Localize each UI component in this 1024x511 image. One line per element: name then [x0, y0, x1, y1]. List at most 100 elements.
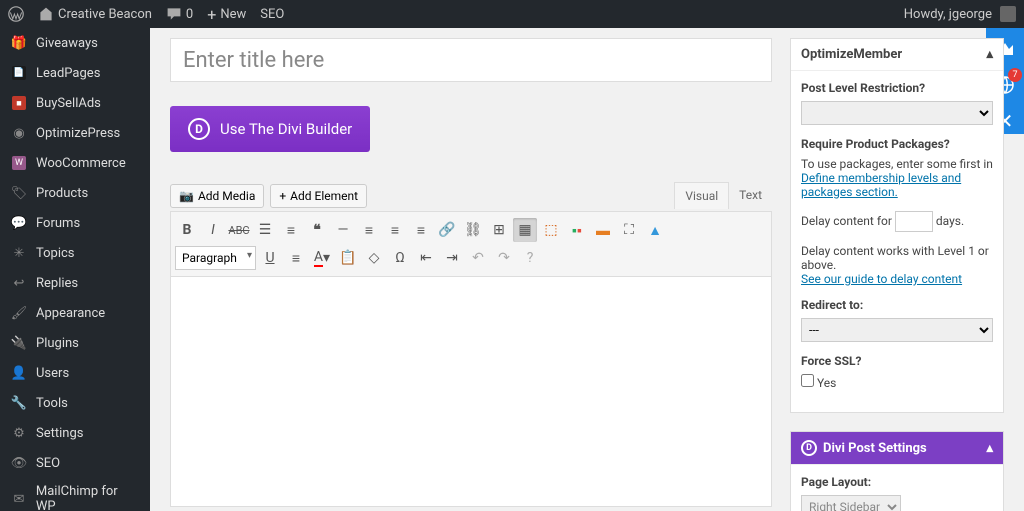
underline-button[interactable]: U: [258, 246, 282, 270]
blockquote-button[interactable]: ❝: [305, 218, 329, 242]
help-button[interactable]: ?: [518, 246, 542, 270]
admin-sidebar: 🎁Giveaways📄LeadPages■BuySellAds◉Optimize…: [0, 28, 150, 511]
fullscreen-button[interactable]: ⛶: [617, 218, 641, 242]
optimizemember-header[interactable]: OptimizeMember▴: [791, 39, 1003, 71]
divi-logo-icon: D: [801, 440, 817, 456]
justify-button[interactable]: ≡: [284, 246, 308, 270]
gift-icon: 🎁: [10, 34, 28, 52]
chevron-up-icon: ▴: [986, 47, 993, 62]
sidebar-item-optimizepress[interactable]: ◉OptimizePress: [0, 118, 150, 148]
optimizemember-box: OptimizeMember▴ Post Level Restriction? …: [790, 38, 1004, 413]
admin-bar: Creative Beacon 0 +New SEO Howdy, jgeorg…: [0, 0, 1024, 28]
seo-icon: 👁: [10, 454, 28, 472]
link-button[interactable]: 🔗: [435, 218, 459, 242]
divi-settings-header[interactable]: DDivi Post Settings ▴: [791, 432, 1003, 465]
force-ssl-checkbox[interactable]: Yes: [801, 376, 836, 390]
sidebar-item-mailchimp-for-wp[interactable]: ✉MailChimp for WP: [0, 478, 150, 511]
plus-icon: +: [279, 189, 286, 203]
unlink-button[interactable]: ⛓: [461, 218, 485, 242]
add-element-button[interactable]: +Add Element: [270, 184, 367, 208]
extra-icon[interactable]: ▲: [643, 218, 667, 242]
sidebar-item-settings[interactable]: ⚙Settings: [0, 418, 150, 448]
redirect-label: Redirect to:: [801, 298, 993, 312]
align-right-button[interactable]: ≡: [409, 218, 433, 242]
site-name[interactable]: Creative Beacon: [38, 6, 152, 22]
tag-icon: 🏷: [10, 184, 28, 202]
mc-icon: ✉: [10, 490, 28, 508]
bullet-list-button[interactable]: ☰: [253, 218, 277, 242]
packages-link[interactable]: Define membership levels and packages se…: [801, 171, 961, 199]
howdy[interactable]: Howdy, jgeorge: [904, 7, 992, 22]
redo-button[interactable]: ↷: [492, 246, 516, 270]
wrench-icon: 🔧: [10, 394, 28, 412]
sidebar-item-buysellads[interactable]: ■BuySellAds: [0, 88, 150, 118]
sidebar-item-plugins[interactable]: 🔌Plugins: [0, 328, 150, 358]
sidebar-item-replies[interactable]: ↩Replies: [0, 268, 150, 298]
post-level-select[interactable]: [801, 101, 993, 125]
sidebar-item-products[interactable]: 🏷Products: [0, 178, 150, 208]
sidebar-item-users[interactable]: 👤Users: [0, 358, 150, 388]
require-packages-label: Require Product Packages?: [801, 137, 993, 151]
delay-guide-link[interactable]: See our guide to delay content: [801, 272, 962, 286]
align-center-button[interactable]: ≡: [383, 218, 407, 242]
columns-icon[interactable]: ▬: [591, 218, 615, 242]
divi-logo-icon: D: [188, 118, 210, 140]
grid-icon[interactable]: ▪▪: [565, 218, 589, 242]
bold-button[interactable]: B: [175, 218, 199, 242]
clear-format-button[interactable]: ◇: [362, 246, 386, 270]
align-left-button[interactable]: ≡: [357, 218, 381, 242]
sidebar-item-leadpages[interactable]: 📄LeadPages: [0, 58, 150, 88]
outdent-button[interactable]: ⇤: [414, 246, 438, 270]
gear-icon: ⚙: [10, 424, 28, 442]
content-editor[interactable]: [170, 277, 772, 507]
italic-button[interactable]: I: [201, 218, 225, 242]
editor-column: D Use The Divi Builder 📷Add Media +Add E…: [170, 38, 772, 501]
number-list-button[interactable]: ≡: [279, 218, 303, 242]
post-title-input[interactable]: [170, 38, 772, 82]
topics-icon: ✳: [10, 244, 28, 262]
redirect-select[interactable]: ---: [801, 318, 993, 342]
user-icon: 👤: [10, 364, 28, 382]
text-color-button[interactable]: A ▾: [310, 246, 334, 270]
new-content[interactable]: +New: [207, 5, 246, 24]
tab-text[interactable]: Text: [729, 182, 772, 209]
divi-settings-box: DDivi Post Settings ▴ Page Layout: Right…: [790, 431, 1004, 511]
sidebar-item-topics[interactable]: ✳Topics: [0, 238, 150, 268]
seo-menu[interactable]: SEO: [260, 7, 284, 22]
sidebar-item-seo[interactable]: 👁SEO: [0, 448, 150, 478]
shortcode-icon[interactable]: ⬚: [539, 218, 563, 242]
wp-logo[interactable]: [8, 6, 24, 22]
sidebar-item-appearance[interactable]: 🖌Appearance: [0, 298, 150, 328]
hr-button[interactable]: —: [331, 218, 355, 242]
format-select[interactable]: Paragraph: [175, 246, 256, 270]
indent-button[interactable]: ⇥: [440, 246, 464, 270]
avatar[interactable]: [1000, 6, 1016, 22]
chat-icon: 💬: [10, 214, 28, 232]
paste-button[interactable]: 📋: [336, 246, 360, 270]
strike-button[interactable]: ABC: [227, 218, 251, 242]
more-button[interactable]: ⊞: [487, 218, 511, 242]
divi-builder-button[interactable]: D Use The Divi Builder: [170, 106, 370, 152]
editor-toolbar: B I ABC ☰ ≡ ❝ — ≡ ≡ ≡ 🔗 ⛓ ⊞ ▦ ⬚ ▪▪ ▬: [170, 211, 772, 277]
undo-button[interactable]: ↶: [466, 246, 490, 270]
sidebar-item-tools[interactable]: 🔧Tools: [0, 388, 150, 418]
camera-icon: 📷: [179, 189, 194, 203]
woo-icon: W: [10, 154, 28, 172]
brush-icon: 🖌: [10, 304, 28, 322]
page-layout-label: Page Layout:: [801, 475, 993, 489]
delay-days-input[interactable]: [895, 211, 933, 232]
sidebar-item-giveaways[interactable]: 🎁Giveaways: [0, 28, 150, 58]
force-ssl-label: Force SSL?: [801, 354, 993, 368]
toolbar-toggle-button[interactable]: ▦: [513, 218, 537, 242]
op-icon: ◉: [10, 124, 28, 142]
page-layout-select[interactable]: Right Sidebar: [801, 495, 901, 511]
special-char-button[interactable]: Ω: [388, 246, 412, 270]
comments[interactable]: 0: [166, 6, 193, 22]
sidebar-item-forums[interactable]: 💬Forums: [0, 208, 150, 238]
add-media-button[interactable]: 📷Add Media: [170, 184, 264, 208]
lead-icon: 📄: [10, 64, 28, 82]
post-level-label: Post Level Restriction?: [801, 81, 993, 95]
sidebar-item-woocommerce[interactable]: WWooCommerce: [0, 148, 150, 178]
tab-visual[interactable]: Visual: [674, 182, 729, 209]
plug-icon: 🔌: [10, 334, 28, 352]
